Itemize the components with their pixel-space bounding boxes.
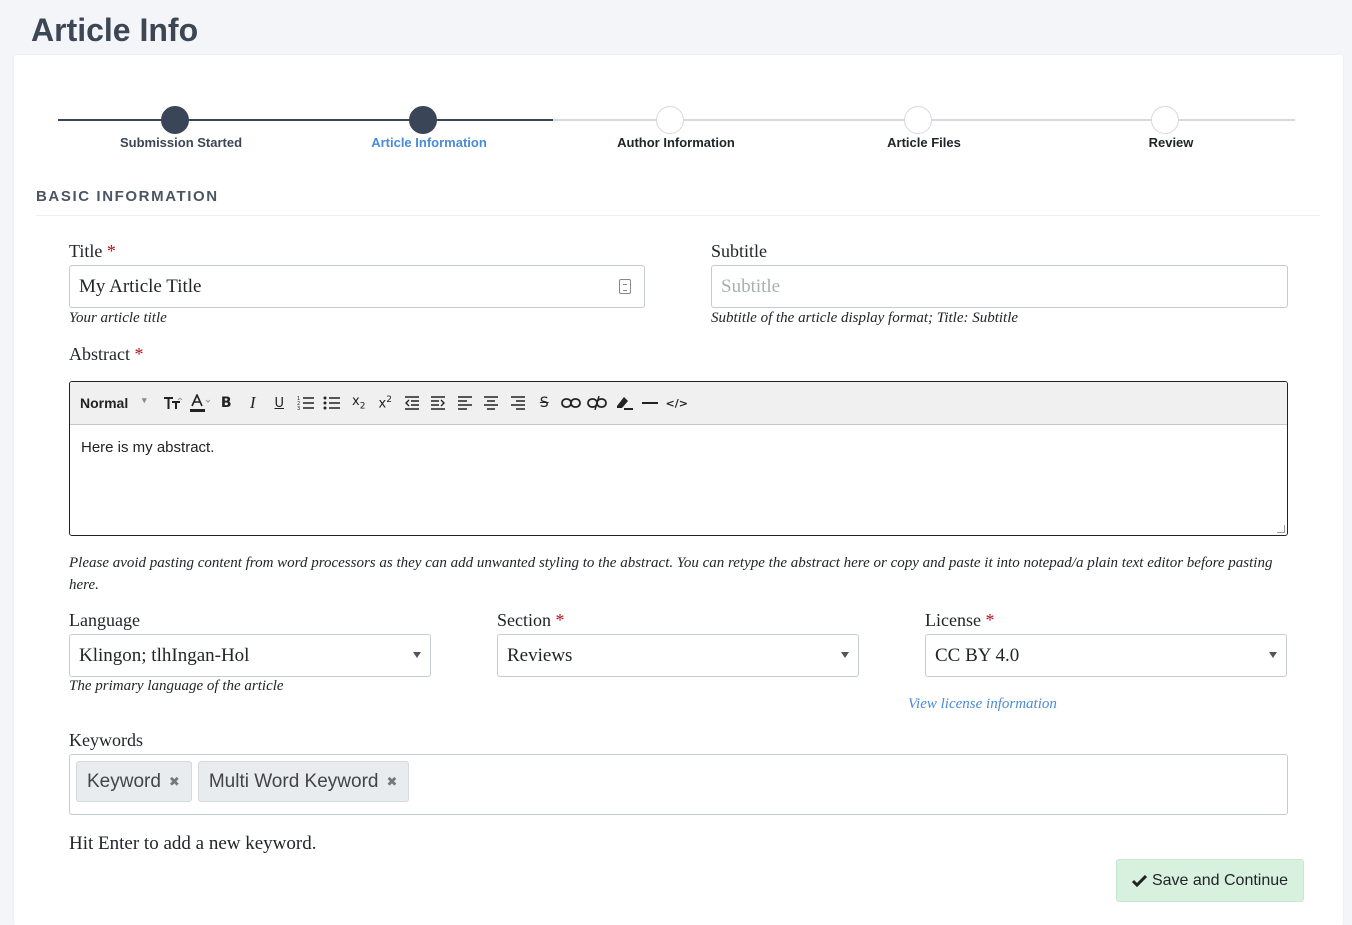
form-card: Submission Started Article Information A… <box>14 55 1343 925</box>
step-dot-review[interactable] <box>1151 106 1179 134</box>
strikethrough-icon[interactable]: S <box>531 389 558 417</box>
title-label-text: Title <box>69 241 103 261</box>
keywords-note: Hit Enter to add a new keyword. <box>69 833 317 854</box>
required-mark: * <box>134 344 144 364</box>
step-label-article-information[interactable]: Article Information <box>309 135 549 150</box>
step-dot-author-information[interactable] <box>656 106 684 134</box>
code-view-icon[interactable]: </> <box>664 389 691 417</box>
text-color-icon[interactable] <box>187 389 214 417</box>
title-input[interactable]: My Article Title <box>69 265 645 308</box>
keyword-tag-label: Keyword <box>87 770 161 792</box>
text-size-icon[interactable] <box>160 389 187 417</box>
italic-icon[interactable]: I <box>240 389 267 417</box>
keywords-input[interactable]: Keyword ✖ Multi Word Keyword ✖ <box>69 754 1288 815</box>
format-dropdown[interactable]: Normal <box>80 395 160 411</box>
step-label-review[interactable]: Review <box>1051 135 1291 150</box>
abstract-content[interactable]: Here is my abstract. <box>70 425 1287 470</box>
license-select[interactable]: CC BY 4.0 <box>925 634 1287 677</box>
underline-icon[interactable]: U <box>266 389 293 417</box>
step-label-author-information[interactable]: Author Information <box>556 135 796 150</box>
language-value: Klingon; tlhIngan-Hol <box>79 645 250 666</box>
section-heading: BASIC INFORMATION <box>36 188 1320 216</box>
keyword-tag: Multi Word Keyword ✖ <box>197 761 410 802</box>
step-dot-submission-started[interactable] <box>161 106 189 134</box>
align-left-icon[interactable] <box>452 389 479 417</box>
required-mark: * <box>106 241 116 261</box>
title-help: Your article title <box>69 310 167 326</box>
section-value: Reviews <box>507 645 573 666</box>
section-label-text: Section <box>497 610 551 630</box>
resize-handle[interactable] <box>1277 525 1285 533</box>
view-license-link[interactable]: View license information <box>908 696 1057 713</box>
align-right-icon[interactable] <box>505 389 532 417</box>
keywords-label: Keywords <box>69 730 143 750</box>
chevron-down-icon <box>1269 652 1277 658</box>
language-select[interactable]: Klingon; tlhIngan-Hol <box>69 634 431 677</box>
step-label-article-files[interactable]: Article Files <box>804 135 1044 150</box>
required-mark: * <box>555 610 565 630</box>
required-mark: * <box>985 610 995 630</box>
remove-tag-icon[interactable]: ✖ <box>169 774 180 790</box>
language-label: Language <box>69 610 140 630</box>
language-help: The primary language of the article <box>69 678 284 694</box>
step-dot-article-files[interactable] <box>904 106 932 134</box>
check-icon <box>1131 874 1147 887</box>
clear-format-icon[interactable] <box>611 389 638 417</box>
ordered-list-icon[interactable]: 123 <box>293 389 320 417</box>
bullet-list-icon[interactable] <box>319 389 346 417</box>
page-title: Article Info <box>31 12 199 48</box>
license-value: CC BY 4.0 <box>935 645 1020 666</box>
section-label: Section * <box>497 610 565 631</box>
subtitle-help: Subtitle of the article display format; … <box>711 310 1019 326</box>
outdent-icon[interactable] <box>399 389 426 417</box>
save-and-continue-button[interactable]: Save and Continue <box>1116 859 1304 902</box>
chevron-down-icon <box>841 652 849 658</box>
abstract-help: Please avoid pasting content from word p… <box>69 555 1273 593</box>
document-icon[interactable] <box>619 279 631 294</box>
subtitle-label: Subtitle <box>711 241 768 261</box>
license-label: License * <box>925 610 994 631</box>
align-center-icon[interactable] <box>478 389 505 417</box>
svg-text:3: 3 <box>297 406 300 411</box>
keyword-tag: Keyword ✖ <box>76 761 192 802</box>
section-select[interactable]: Reviews <box>497 634 859 677</box>
save-button-label: Save and Continue <box>1151 871 1289 889</box>
subtitle-input[interactable]: Subtitle <box>711 265 1288 308</box>
step-dot-article-information[interactable] <box>409 106 437 134</box>
abstract-label: Abstract * <box>69 344 143 365</box>
subscript-icon[interactable]: x2 <box>346 389 373 417</box>
step-label-submission-started[interactable]: Submission Started <box>61 135 301 150</box>
title-value: My Article Title <box>79 276 202 297</box>
remove-tag-icon[interactable]: ✖ <box>386 774 397 790</box>
license-label-text: License <box>925 610 981 630</box>
link-icon[interactable] <box>558 389 585 417</box>
abstract-editor[interactable]: Normal B I U 123 x2 x2 <box>69 381 1288 536</box>
indent-icon[interactable] <box>425 389 452 417</box>
unlink-icon[interactable] <box>584 389 611 417</box>
abstract-label-text: Abstract <box>69 344 130 364</box>
superscript-icon[interactable]: x2 <box>372 389 399 417</box>
bold-icon[interactable]: B <box>213 389 240 417</box>
keyword-tag-label: Multi Word Keyword <box>208 770 379 792</box>
stepper-progress-track <box>58 119 553 121</box>
editor-toolbar: Normal B I U 123 x2 x2 <box>70 382 1287 425</box>
progress-stepper: Submission Started Article Information A… <box>14 55 1343 165</box>
horizontal-rule-icon[interactable] <box>637 389 664 417</box>
chevron-down-icon <box>413 652 421 658</box>
title-label: Title * <box>69 241 116 262</box>
